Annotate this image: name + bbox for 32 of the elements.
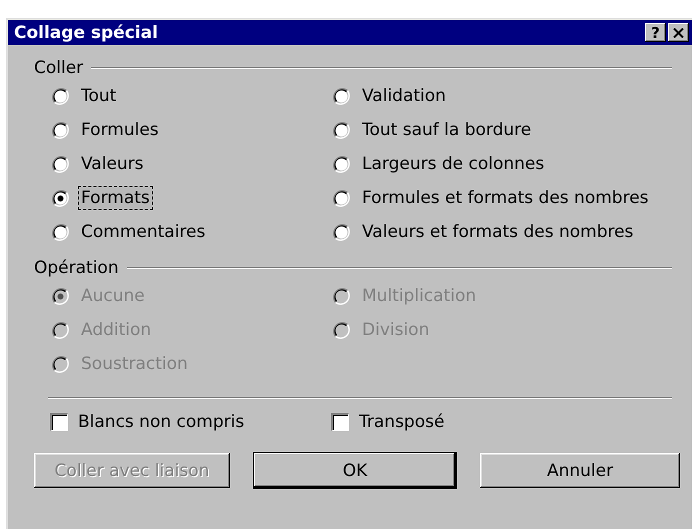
option-label[interactable]: Tout sauf la bordure bbox=[359, 118, 534, 142]
window-title: Collage spécial bbox=[14, 22, 159, 42]
close-icon bbox=[673, 28, 684, 38]
checkbox-square-icon[interactable] bbox=[331, 413, 349, 431]
radio-button-icon[interactable] bbox=[333, 88, 350, 104]
option-label[interactable]: Commentaires bbox=[78, 220, 208, 244]
option-label[interactable]: Tout bbox=[78, 84, 120, 108]
group-title: Coller bbox=[34, 58, 84, 78]
radio-button-icon[interactable] bbox=[333, 224, 350, 240]
close-button[interactable] bbox=[668, 23, 689, 42]
radio-button-icon[interactable] bbox=[52, 88, 69, 104]
option-label[interactable]: Validation bbox=[359, 84, 449, 108]
option-label[interactable]: Formules et formats des nombres bbox=[359, 186, 652, 210]
option-label[interactable]: Formats bbox=[78, 186, 153, 210]
radio-button-icon[interactable] bbox=[333, 122, 350, 138]
option-label[interactable]: Valeurs et formats des nombres bbox=[359, 220, 636, 244]
dialog-button[interactable]: Annuler bbox=[480, 453, 680, 488]
radio-button-icon[interactable] bbox=[52, 156, 69, 172]
help-button[interactable]: ? bbox=[645, 23, 666, 42]
radio-button-icon[interactable] bbox=[52, 190, 69, 206]
checkbox[interactable]: Blancs non compris bbox=[50, 409, 244, 435]
radio-button-icon[interactable] bbox=[333, 156, 350, 172]
radio-button-icon[interactable] bbox=[52, 122, 69, 138]
checkbox-square-icon[interactable] bbox=[50, 413, 68, 431]
option-label[interactable]: Valeurs bbox=[78, 152, 147, 176]
radio-button-icon[interactable] bbox=[333, 190, 350, 206]
checkbox[interactable]: Transposé bbox=[331, 409, 444, 435]
option-label[interactable]: Largeurs de colonnes bbox=[359, 152, 548, 176]
radio-button-icon[interactable] bbox=[52, 224, 69, 240]
option-label[interactable]: Formules bbox=[78, 118, 162, 142]
group-title: Opération bbox=[34, 258, 119, 278]
dialog-button[interactable]: OK bbox=[254, 453, 456, 488]
